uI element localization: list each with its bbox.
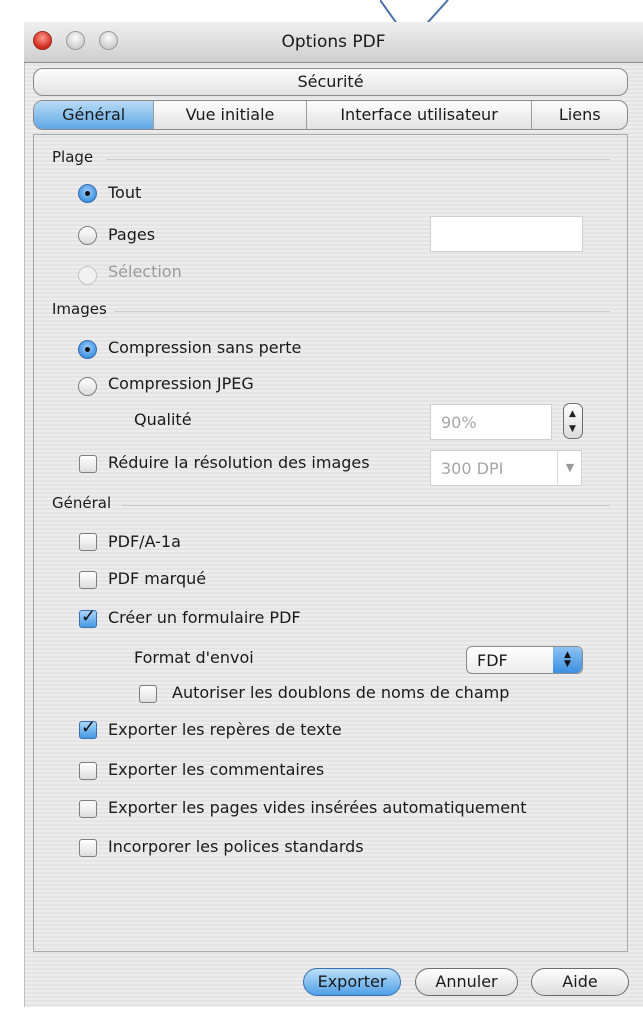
checkbox-allow-duplicate-names[interactable] [139, 685, 157, 703]
radio-selection-label: Sélection [108, 262, 182, 281]
popup-arrows-icon: ▲ ▼ [553, 647, 582, 673]
radio-all-pages-label: Tout [108, 183, 142, 202]
resolution-select[interactable]: 300 DPI ▼ [430, 450, 582, 486]
export-blank-pages-label: Exporter les pages vides insérées automa… [108, 798, 527, 817]
create-form-label: Créer un formulaire PDF [108, 608, 301, 627]
resolution-value: 300 DPI [441, 459, 504, 478]
section-divider [114, 311, 610, 312]
checkbox-create-form[interactable]: ✓ [79, 606, 97, 628]
quality-label: Qualité [134, 410, 192, 429]
stepper-up-icon[interactable]: ▲ [569, 410, 576, 419]
radio-pages-label: Pages [108, 225, 156, 244]
embed-standard-fonts-label: Incorporer les polices standards [108, 837, 364, 856]
chevron-down-icon: ▼ [557, 451, 582, 485]
section-divider [122, 505, 610, 506]
section-heading-plage: Plage [52, 148, 94, 166]
tab-liens[interactable]: Liens [532, 101, 627, 129]
checkbox-export-comments[interactable] [79, 762, 97, 780]
section-divider [106, 159, 610, 160]
radio-all-pages[interactable] [78, 184, 97, 203]
cancel-button[interactable]: Annuler [415, 968, 518, 996]
tab-interface-utilisateur[interactable]: Interface utilisateur [307, 101, 533, 129]
quality-value: 90% [441, 413, 477, 432]
tagged-pdf-label: PDF marqué [108, 569, 207, 588]
section-heading-images: Images [52, 300, 107, 318]
radio-lossless-compression[interactable] [78, 340, 97, 359]
checkbox-tagged-pdf[interactable] [79, 571, 97, 589]
quality-input[interactable]: 90% [430, 404, 552, 440]
tab-securite[interactable]: Sécurité [33, 68, 628, 96]
pages-range-input[interactable] [430, 216, 583, 252]
radio-jpeg-label: Compression JPEG [108, 374, 254, 393]
allow-duplicate-names-label: Autoriser les doublons de noms de champ [172, 683, 510, 702]
radio-jpeg-compression[interactable] [78, 377, 97, 396]
submit-format-label: Format d'envoi [134, 648, 254, 667]
submit-format-select[interactable]: FDF ▲ ▼ [466, 646, 583, 674]
radio-selection [78, 266, 97, 285]
export-comments-label: Exporter les commentaires [108, 760, 325, 779]
checkbox-embed-standard-fonts[interactable] [79, 839, 97, 857]
checkbox-export-bookmarks[interactable]: ✓ [79, 717, 97, 739]
export-button[interactable]: Exporter [303, 968, 401, 996]
section-heading-general: Général [52, 494, 112, 512]
checkbox-export-blank-pages[interactable] [79, 800, 97, 818]
tab-vue-initiale[interactable]: Vue initiale [154, 101, 307, 129]
checkbox-reduce-resolution[interactable] [79, 455, 97, 473]
radio-pages[interactable] [78, 226, 97, 245]
stepper-down-icon[interactable]: ▼ [569, 425, 576, 434]
tab-bar: Général Vue initiale Interface utilisate… [33, 100, 628, 130]
pdfa-label: PDF/A-1a [108, 532, 181, 551]
checkmark-icon: ✓ [81, 717, 97, 738]
quality-stepper[interactable]: ▲ ▼ [563, 403, 583, 439]
help-button[interactable]: Aide [531, 968, 629, 996]
export-bookmarks-label: Exporter les repères de texte [108, 720, 342, 739]
reduce-resolution-label: Réduire la résolution des images [108, 453, 370, 472]
tab-general[interactable]: Général [34, 101, 155, 129]
checkmark-icon: ✓ [81, 606, 97, 627]
checkbox-pdfa[interactable] [79, 533, 97, 551]
window-title: Options PDF [281, 32, 386, 52]
submit-format-value: FDF [477, 651, 508, 670]
radio-lossless-label: Compression sans perte [108, 338, 302, 357]
